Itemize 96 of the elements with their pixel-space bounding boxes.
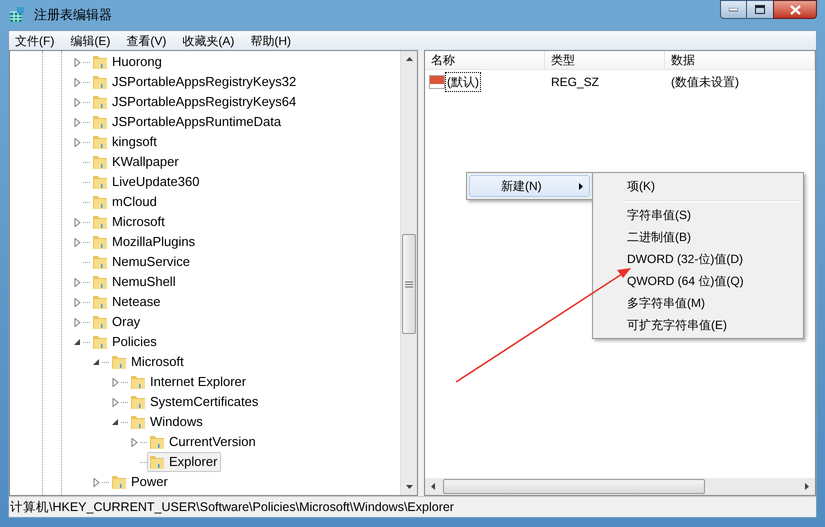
tree-node[interactable]: LiveUpdate360 bbox=[90, 172, 204, 192]
column-header[interactable]: 类型 bbox=[545, 51, 665, 69]
window-title: 注册表编辑器 bbox=[34, 6, 112, 24]
folder-icon bbox=[149, 454, 165, 470]
folder-icon bbox=[92, 74, 108, 90]
menu-option[interactable]: 项(K) bbox=[595, 175, 801, 197]
tree-node[interactable]: Microsoft bbox=[90, 212, 169, 232]
registry-app-icon bbox=[8, 6, 26, 24]
folder-icon bbox=[92, 214, 108, 230]
expand-arrow-icon[interactable] bbox=[74, 78, 81, 86]
menu-option[interactable]: QWORD (64 位)值(Q) bbox=[595, 270, 801, 292]
tree-node[interactable]: Explorer bbox=[147, 452, 222, 472]
folder-icon bbox=[92, 114, 108, 130]
folder-icon bbox=[130, 394, 146, 410]
folder-icon bbox=[111, 474, 127, 490]
expand-arrow-icon[interactable] bbox=[93, 478, 100, 486]
horizontal-scrollbar[interactable] bbox=[425, 478, 815, 495]
tree-node[interactable]: kingsoft bbox=[90, 132, 161, 152]
folder-icon bbox=[92, 194, 108, 210]
tree-node[interactable]: Oray bbox=[90, 312, 144, 332]
expand-arrow-icon[interactable] bbox=[74, 298, 81, 306]
menu-option[interactable]: 字符串值(S) bbox=[595, 204, 801, 226]
menu-item[interactable]: 收藏夹(A) bbox=[176, 32, 240, 50]
tree-node[interactable]: KWallpaper bbox=[90, 152, 183, 172]
folder-icon bbox=[92, 254, 108, 270]
value-name[interactable]: (默认) bbox=[446, 73, 480, 91]
folder-icon bbox=[111, 354, 127, 370]
folder-icon bbox=[92, 134, 108, 150]
expand-arrow-icon[interactable] bbox=[74, 218, 81, 226]
column-header[interactable]: 数据 bbox=[665, 51, 815, 69]
close-button[interactable] bbox=[773, 0, 817, 19]
menu-item[interactable]: 文件(F) bbox=[9, 32, 60, 50]
tree-node[interactable]: Microsoft bbox=[109, 352, 188, 372]
folder-icon bbox=[92, 294, 108, 310]
folder-icon bbox=[92, 54, 108, 70]
close-icon bbox=[790, 4, 800, 14]
tree-node[interactable]: JSPortableAppsRegistryKeys32 bbox=[90, 72, 300, 92]
tree-node[interactable]: MozillaPlugins bbox=[90, 232, 200, 252]
menu-option[interactable]: 可扩充字符串值(E) bbox=[595, 314, 801, 336]
status-path: 计算机\HKEY_CURRENT_USER\Software\Policies\Microsoft\Windows\Explorer bbox=[10, 498, 454, 516]
column-header[interactable]: 名称 bbox=[425, 51, 545, 69]
menu-item[interactable]: 编辑(E) bbox=[64, 32, 116, 50]
tree-node[interactable]: JSPortableAppsRegistryKeys64 bbox=[90, 92, 300, 112]
menu-option[interactable]: 新建(N) bbox=[469, 175, 590, 197]
minimize-button[interactable] bbox=[720, 0, 747, 19]
folder-icon bbox=[130, 374, 146, 390]
tree-node[interactable]: JSPortableAppsRuntimeData bbox=[90, 112, 286, 132]
expand-arrow-icon[interactable] bbox=[131, 438, 138, 446]
folder-icon bbox=[92, 94, 108, 110]
string-value-icon bbox=[429, 75, 445, 89]
tree-node[interactable]: Huorong bbox=[90, 52, 166, 72]
value-type: REG_SZ bbox=[551, 75, 600, 89]
tree-node[interactable]: Power bbox=[109, 472, 172, 492]
collapse-arrow-icon[interactable] bbox=[93, 358, 100, 366]
expand-arrow-icon[interactable] bbox=[112, 398, 119, 406]
expand-arrow-icon[interactable] bbox=[74, 278, 81, 286]
folder-icon bbox=[92, 234, 108, 250]
expand-arrow-icon[interactable] bbox=[74, 238, 81, 246]
maximize-icon bbox=[755, 5, 765, 14]
tree-node[interactable]: Netease bbox=[90, 292, 164, 312]
tree-node[interactable]: NemuShell bbox=[90, 272, 180, 292]
menu-option[interactable]: DWORD (32-位)值(D) bbox=[595, 248, 801, 270]
menu-option[interactable]: 二进制值(B) bbox=[595, 226, 801, 248]
expand-arrow-icon[interactable] bbox=[74, 118, 81, 126]
collapse-arrow-icon[interactable] bbox=[74, 338, 81, 346]
grip-icon bbox=[405, 280, 414, 288]
scroll-thumb[interactable] bbox=[443, 479, 705, 494]
tree-node[interactable]: Windows bbox=[128, 412, 207, 432]
tree-node[interactable]: Internet Explorer bbox=[128, 372, 250, 392]
tree-node[interactable]: NemuService bbox=[90, 252, 194, 272]
menu-item[interactable]: 帮助(H) bbox=[244, 32, 297, 50]
folder-icon bbox=[149, 434, 165, 450]
expand-arrow-icon[interactable] bbox=[112, 378, 119, 386]
folder-icon bbox=[92, 154, 108, 170]
expand-arrow-icon[interactable] bbox=[74, 58, 81, 66]
folder-icon bbox=[92, 174, 108, 190]
folder-icon bbox=[130, 414, 146, 430]
folder-icon bbox=[92, 274, 108, 290]
value-data: (数值未设置) bbox=[671, 75, 739, 89]
scroll-thumb[interactable] bbox=[402, 234, 416, 334]
vertical-scrollbar[interactable] bbox=[400, 51, 418, 495]
tree-node[interactable]: CurrentVersion bbox=[147, 432, 260, 452]
tree-node[interactable]: SystemCertificates bbox=[128, 392, 262, 412]
submenu-arrow-icon bbox=[579, 182, 583, 190]
menu-option[interactable]: 多字符串值(M) bbox=[595, 292, 801, 314]
folder-icon bbox=[92, 334, 108, 350]
menu-item[interactable]: 查看(V) bbox=[120, 32, 172, 50]
collapse-arrow-icon[interactable] bbox=[112, 418, 119, 426]
expand-arrow-icon[interactable] bbox=[74, 318, 81, 326]
tree-node[interactable]: mCloud bbox=[90, 192, 161, 212]
expand-arrow-icon[interactable] bbox=[74, 138, 81, 146]
minimize-icon bbox=[729, 8, 738, 12]
tree-node[interactable]: Policies bbox=[90, 332, 161, 352]
folder-icon bbox=[92, 314, 108, 330]
expand-arrow-icon[interactable] bbox=[74, 98, 81, 106]
maximize-button[interactable] bbox=[747, 0, 773, 19]
